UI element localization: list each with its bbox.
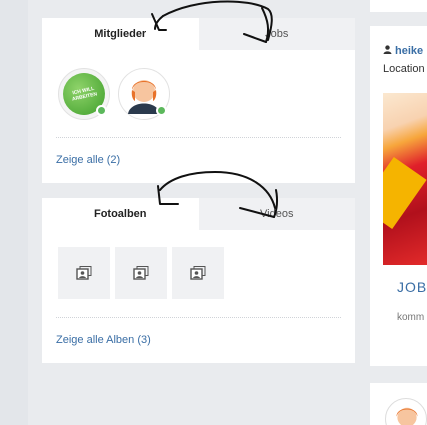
photo-album-icon <box>133 266 149 280</box>
member-list: ICH WILL ARBEITEN <box>42 50 355 120</box>
online-status-dot <box>156 105 167 116</box>
cartoon-person-icon[interactable] <box>385 398 427 425</box>
right-card-top <box>370 0 427 12</box>
album-thumbnail[interactable] <box>58 247 110 299</box>
tab-photo-albums[interactable]: Fotoalben <box>42 198 199 230</box>
show-all-members-link[interactable]: Zeige alle (2) <box>56 154 120 166</box>
photo-album-icon <box>76 266 92 280</box>
job-title-link[interactable]: JOB <box>397 279 427 295</box>
albums-tabs: Fotoalben Videos <box>42 198 355 230</box>
album-list <box>42 230 355 299</box>
logo-shape <box>383 156 427 230</box>
member-avatar-badge[interactable]: ICH WILL ARBEITEN <box>58 68 110 120</box>
members-widget: Mitglieder Jobs ICH WILL ARBEITEN Zeige … <box>42 18 355 183</box>
location-label: Location <box>383 63 425 75</box>
members-tabs: Mitglieder Jobs <box>42 18 355 50</box>
divider <box>56 317 341 318</box>
job-image[interactable] <box>383 93 427 265</box>
online-status-dot <box>96 105 107 116</box>
tab-members[interactable]: Mitglieder <box>42 18 199 50</box>
profile-name[interactable]: heike <box>383 45 423 57</box>
album-thumbnail[interactable] <box>172 247 224 299</box>
photo-album-icon <box>190 266 206 280</box>
albums-widget: Fotoalben Videos Zeige alle Alben (3) <box>42 198 355 363</box>
left-gutter <box>0 0 28 425</box>
user-icon <box>383 45 392 57</box>
divider <box>56 137 341 138</box>
member-avatar-cartoon[interactable] <box>118 68 170 120</box>
profile-name-text: heike <box>395 45 424 57</box>
show-all-albums-link[interactable]: Zeige alle Alben (3) <box>56 334 151 346</box>
job-snippet: komm <box>397 312 425 323</box>
album-thumbnail[interactable] <box>115 247 167 299</box>
page: Mitglieder Jobs ICH WILL ARBEITEN Zeige … <box>0 0 427 425</box>
tab-videos[interactable]: Videos <box>198 198 355 230</box>
right-card-bottom <box>370 383 427 425</box>
tab-jobs[interactable]: Jobs <box>198 18 355 50</box>
